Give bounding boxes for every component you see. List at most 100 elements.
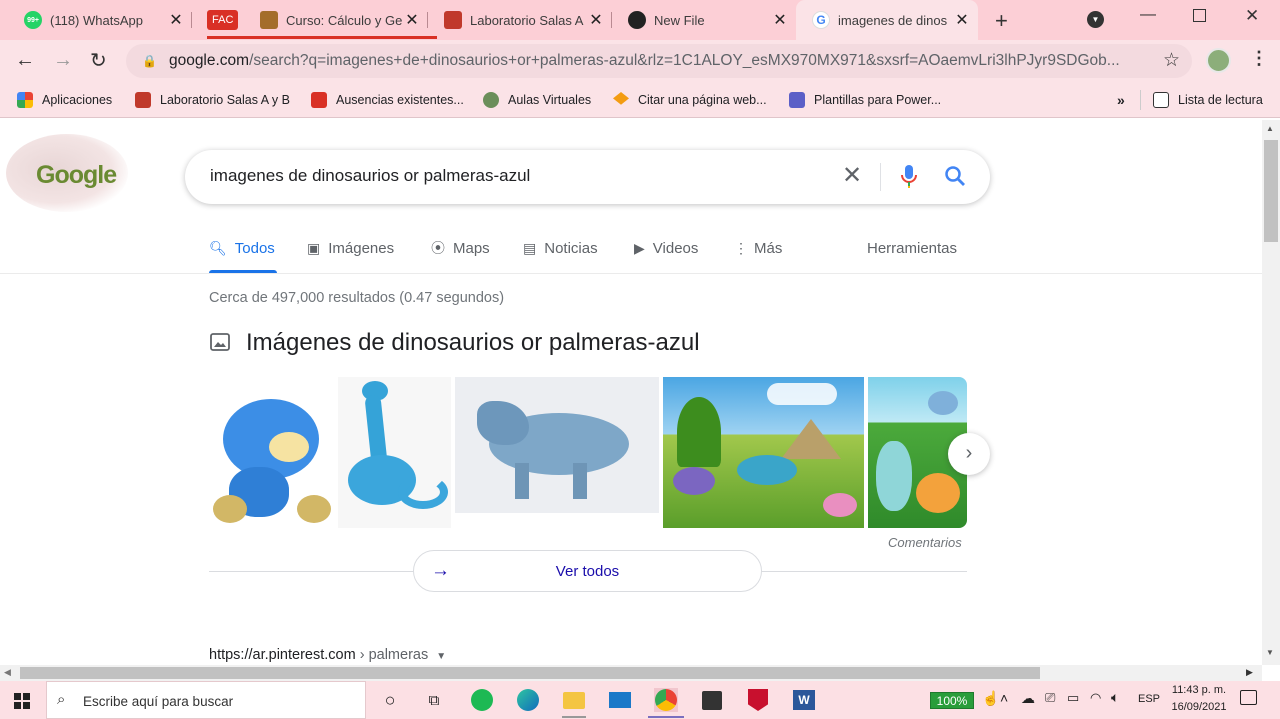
close-icon[interactable]: ✕ (588, 10, 604, 30)
tab-imagenes[interactable]: ▣ Imágenes (307, 238, 394, 258)
bookmark-aulas[interactable]: Aulas Virtuales (483, 90, 591, 110)
chevron-up-icon[interactable]: ˄ (1000, 690, 1008, 706)
battery-percentage[interactable]: 100% (930, 692, 974, 709)
dino-orange (916, 473, 960, 513)
chrome-icon[interactable] (654, 688, 678, 712)
image-result-4[interactable] (663, 377, 864, 528)
search-icon[interactable] (944, 165, 966, 187)
result-url[interactable]: https://ar.pinterest.com › palmeras ▼ (209, 647, 446, 663)
store-icon[interactable] (700, 688, 724, 712)
bookmark-label: Plantillas para Power... (814, 93, 942, 107)
bookmark-citar[interactable]: Citar una página web... (613, 90, 767, 110)
cortana-icon[interactable]: ○ (378, 688, 402, 712)
close-window-icon[interactable]: ✕ (1245, 6, 1259, 26)
task-view-icon[interactable]: ⧉ (422, 688, 446, 712)
edge-icon[interactable] (516, 688, 540, 712)
clear-icon[interactable]: ✕ (842, 161, 862, 190)
scrollbar-thumb[interactable] (1264, 140, 1278, 242)
touch-icon[interactable]: ☝ (982, 690, 999, 707)
tab-title: Laboratorio Salas A (470, 12, 584, 28)
tab-todos[interactable]: 🔍︎ Todos (209, 238, 275, 258)
onedrive-icon[interactable]: ☁ (1021, 690, 1035, 707)
new-tab-icon[interactable]: + (995, 8, 1008, 34)
bookmarks-overflow[interactable]: » (1117, 90, 1125, 110)
restore-icon[interactable] (1193, 9, 1206, 22)
tab-google-active[interactable]: G imagenes de dinos ✕ (812, 6, 970, 34)
clock-date[interactable]: 16/09/2021 (1166, 701, 1232, 713)
mail-icon[interactable] (608, 688, 632, 712)
reload-icon[interactable]: ↻ (90, 48, 107, 73)
tab-fac[interactable]: FAC (207, 6, 243, 34)
search-box[interactable]: imagenes de dinosaurios or palmeras-azul… (185, 150, 990, 204)
feedback-link[interactable]: Comentarios (888, 535, 962, 550)
tab-curso[interactable]: Curso: Cálculo y Ge ✕ (260, 6, 428, 34)
lock-icon: 🔒 (142, 54, 157, 68)
address-bar[interactable]: 🔒 google.com/search?q=imagenes+de+dinosa… (126, 44, 1192, 78)
image-result-3[interactable] (455, 377, 659, 528)
voice-search-icon[interactable] (900, 164, 918, 190)
image-result-2[interactable] (338, 377, 451, 528)
taskbar-search-box[interactable]: ⌕ Escribe aquí para buscar (46, 681, 366, 719)
image-result-1[interactable] (209, 377, 334, 528)
forward-icon[interactable]: → (53, 49, 73, 72)
tab-search-icon[interactable]: ▼ (1087, 11, 1104, 28)
notifications-icon[interactable] (1240, 690, 1257, 705)
tab-whatsapp[interactable]: 99+ (118) WhatsApp ✕ (24, 6, 192, 34)
tab-github[interactable]: New File ✕ (628, 6, 788, 34)
tab-maps[interactable]: ⦿ Maps (431, 238, 490, 258)
spotify-icon[interactable] (470, 688, 494, 712)
scroll-right-icon[interactable]: ▶ (1246, 667, 1253, 678)
dino-blue (737, 455, 797, 485)
scroll-left-icon[interactable]: ◀ (4, 667, 11, 678)
tab-group-indicator (207, 36, 437, 39)
scroll-down-icon[interactable]: ▼ (1266, 648, 1274, 657)
bookmark-ausencias[interactable]: Ausencias existentes... (311, 90, 464, 110)
dino-pink (823, 493, 857, 517)
search-input[interactable]: imagenes de dinosaurios or palmeras-azul (210, 166, 530, 186)
tab-mas[interactable]: ⋮ Más (734, 238, 782, 258)
vertical-scrollbar[interactable]: ▲ ▼ (1262, 120, 1280, 665)
google-doodle-logo[interactable]: Google (6, 134, 128, 212)
view-all-button[interactable]: → Ver todos (413, 550, 762, 592)
url-text[interactable]: google.com/search?q=imagenes+de+dinosaur… (169, 52, 1149, 70)
chevron-down-icon[interactable]: ▼ (436, 651, 446, 662)
profile-avatar[interactable] (1206, 48, 1231, 73)
file-explorer-icon[interactable] (562, 688, 586, 712)
close-icon[interactable]: ✕ (772, 10, 788, 30)
tools-button[interactable]: Herramientas (867, 238, 957, 258)
tab-laboratorio[interactable]: Laboratorio Salas A ✕ (444, 6, 612, 34)
scroll-up-icon[interactable]: ▲ (1266, 124, 1274, 133)
bookmark-star-icon[interactable]: ☆ (1163, 49, 1180, 72)
horizontal-scrollbar[interactable]: ◀ ▶ (0, 665, 1262, 681)
language-indicator[interactable]: ESP (1138, 693, 1160, 705)
bookmark-apps[interactable]: Aplicaciones (17, 90, 112, 110)
close-icon[interactable]: ✕ (168, 10, 184, 30)
bookmark-laboratorio[interactable]: Laboratorio Salas A y B (135, 90, 290, 110)
next-images-button[interactable]: › (948, 433, 990, 475)
menu-icon[interactable]: ⋮ (1250, 48, 1268, 69)
windows-start-icon[interactable] (14, 693, 30, 709)
github-icon (628, 11, 646, 29)
meet-now-icon[interactable]: ⎚ (1045, 690, 1055, 706)
battery-icon[interactable]: ▭ (1067, 690, 1079, 706)
mcafee-icon[interactable] (746, 688, 770, 712)
reading-list[interactable]: Lista de lectura (1153, 90, 1263, 110)
volume-icon[interactable]: 🔈︎ (1111, 689, 1119, 706)
back-icon[interactable]: ← (15, 49, 35, 72)
tab-videos[interactable]: ▶ Videos (634, 238, 698, 258)
scrollbar-thumb[interactable] (20, 667, 1040, 679)
tab-noticias[interactable]: ▤ Noticias (523, 238, 598, 258)
dino-leg (573, 463, 587, 499)
close-icon[interactable]: ✕ (954, 10, 970, 30)
clock-time[interactable]: 11:43 p. m. (1166, 684, 1232, 696)
view-all-label: Ver todos (555, 563, 620, 580)
close-icon[interactable]: ✕ (404, 10, 420, 30)
word-icon[interactable]: W (792, 688, 816, 712)
minimize-icon[interactable]: — (1140, 6, 1156, 24)
bookmark-plantillas[interactable]: Plantillas para Power... (789, 90, 941, 110)
images-heading[interactable]: Imágenes de dinosaurios or palmeras-azul (246, 329, 700, 357)
whatsapp-icon: 99+ (24, 11, 42, 29)
wifi-icon[interactable]: ◠ (1090, 690, 1101, 706)
bookmark-label: Aplicaciones (42, 93, 113, 107)
reading-list-icon (1153, 92, 1169, 108)
